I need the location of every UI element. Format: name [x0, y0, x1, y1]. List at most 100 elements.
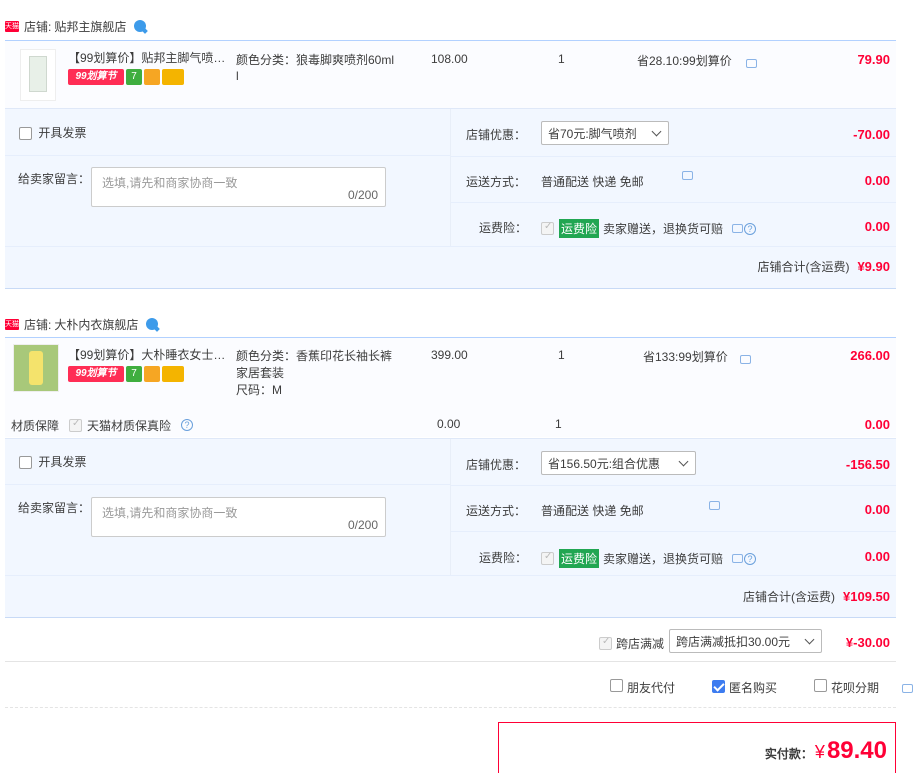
wangwang-chat-icon[interactable] [134, 20, 147, 32]
shop-name-link[interactable]: 大朴内衣旗舰店 [54, 316, 138, 333]
anonymous-checkbox[interactable] [712, 680, 725, 694]
message-label: 给卖家留言： [18, 501, 91, 515]
insurance-label: 运费险： [479, 221, 528, 235]
material-label: 材质保障 [11, 419, 60, 433]
product-title-link[interactable]: 【99划算价】贴邦主脚气喷雾剂 [68, 49, 228, 67]
tag-quality-icon [144, 69, 160, 85]
shop-subtotal: ¥109.50 [843, 589, 890, 604]
sku-size: 尺码：M [236, 383, 282, 397]
discount-amount: -70.00 [853, 127, 890, 142]
insurance-text: 卖家赠送，退换货可赔 [603, 552, 724, 566]
sku-text-cont: l [236, 69, 239, 83]
cross-store-amount: ¥-30.00 [845, 635, 890, 650]
invoice-checkbox[interactable] [19, 127, 32, 141]
material-checkbox [69, 418, 82, 433]
seller-message-input[interactable]: 选填,请先和商家协商一致 0/200 [91, 497, 386, 537]
comment-icon[interactable] [709, 501, 720, 510]
message-label: 给卖家留言： [18, 172, 91, 186]
cross-store-label: 跨店满减 [616, 637, 665, 651]
shop-header-2: 天猫 店铺: 大朴内衣旗舰店 [5, 312, 159, 336]
promo-tags: 99划算节 7 [68, 69, 228, 85]
shop-name-link[interactable]: 贴邦主旗舰店 [54, 18, 126, 35]
cross-store-row: 跨店满减 跨店满减抵扣30.00元 ¥-30.00 [5, 629, 896, 662]
shop-discount-value: 省156.50元:组合优惠 [548, 456, 661, 471]
tmall-badge-icon: 天猫 [5, 318, 19, 330]
product-image[interactable] [13, 344, 59, 392]
material-total: 0.00 [864, 417, 890, 432]
material-price: 0.00 [437, 417, 461, 431]
unit-price: 399.00 [431, 348, 468, 362]
insurance-amount: 0.00 [864, 549, 890, 564]
insurance-checkbox [541, 551, 554, 565]
shipping-amount: 0.00 [864, 173, 890, 188]
invoice-label: 开具发票 [38, 126, 87, 140]
subtotal-label: 店铺合计(含运费) [757, 260, 850, 274]
discount-label: 店铺优惠： [466, 128, 527, 142]
invoice-label: 开具发票 [38, 455, 87, 469]
shop-label: 店铺: [24, 317, 52, 332]
wangwang-chat-icon[interactable] [146, 318, 159, 330]
shipping-label: 运送方式： [466, 175, 527, 189]
order-item-row-2: 【99划算价】大朴睡衣女士长袖长裤 99划算节 7 颜色分类：香蕉印花长袖长裤 … [5, 337, 896, 410]
material-text: 天猫材质保真险 [87, 419, 172, 433]
shop-header-1: 天猫 店铺: 贴邦主旗舰店 [5, 14, 147, 38]
friend-pay-checkbox[interactable] [610, 679, 623, 692]
help-icon[interactable]: ? [744, 552, 757, 565]
friend-pay-label: 朋友代付 [627, 681, 676, 695]
shop-discount-select[interactable]: 省156.50元:组合优惠 [541, 451, 696, 475]
tag-7day-icon: 7 [126, 366, 142, 382]
comment-icon[interactable] [682, 171, 693, 180]
insurance-amount: 0.00 [864, 219, 890, 234]
payment-options-row: 朋友代付 匿名购买 花呗分期 [5, 663, 913, 708]
comment-icon[interactable] [902, 684, 913, 693]
seller-message-input[interactable]: 选填,请先和商家协商一致 0/200 [91, 167, 386, 207]
product-image[interactable] [20, 49, 56, 101]
insurance-checkbox [541, 221, 554, 235]
discount-info: 省133:99划算价 [643, 350, 728, 364]
insurance-badge: 运费险 [559, 549, 600, 568]
invoice-checkbox[interactable] [19, 456, 32, 470]
pay-currency: ¥ [814, 742, 825, 762]
order-options-2: 开具发票 给卖家留言： 选填,请先和商家协商一致 0/200 店铺优惠： 省15… [5, 438, 896, 618]
shipping-method: 普通配送 快递 免邮 [541, 175, 644, 189]
pay-amount: 89.40 [826, 737, 887, 764]
tag-7day-icon: 7 [126, 69, 142, 85]
char-count: 0/200 [347, 188, 378, 202]
tag-card-icon [162, 366, 184, 382]
insurance-badge: 运费险 [559, 219, 600, 238]
shop-subtotal: ¥9.90 [857, 259, 890, 274]
order-options-1: 开具发票 给卖家留言： 选填,请先和商家协商一致 0/200 店铺优惠： 省70… [5, 108, 896, 289]
sku-text: 颜色分类：香蕉印花长袖长裤 [236, 349, 393, 363]
sku-text: 颜色分类：狼毒脚爽喷剂60ml [236, 53, 395, 67]
discount-label: 店铺优惠： [466, 458, 527, 472]
tag-card-icon [162, 69, 184, 85]
shop-label: 店铺: [24, 19, 52, 34]
huabei-checkbox[interactable] [814, 679, 827, 692]
comment-icon[interactable] [740, 355, 751, 364]
comment-icon[interactable] [732, 554, 744, 563]
tag-quality-icon [144, 366, 160, 382]
quantity: 1 [558, 52, 565, 66]
product-title-link[interactable]: 【99划算价】大朴睡衣女士长袖长裤 [68, 346, 226, 364]
cross-store-value: 跨店满减抵扣30.00元 [676, 634, 791, 649]
shop-discount-select[interactable]: 省70元:脚气喷剂 [541, 121, 669, 145]
unit-price: 108.00 [431, 52, 468, 66]
discount-amount: -156.50 [845, 457, 890, 472]
char-count: 0/200 [347, 518, 378, 532]
chevron-down-icon [804, 634, 815, 644]
message-placeholder: 选填,请先和商家协商一致 [102, 176, 238, 190]
insurance-text: 卖家赠送，退换货可赔 [603, 222, 724, 236]
shipping-label: 运送方式： [466, 504, 527, 518]
sku-text-cont: 家居套装 [236, 366, 285, 380]
cross-store-select[interactable]: 跨店满减抵扣30.00元 [669, 629, 822, 653]
comment-icon[interactable] [732, 224, 744, 233]
discount-info: 省28.10:99划算价 [637, 54, 732, 68]
promo-tags: 99划算节 7 [68, 366, 226, 382]
shop-discount-value: 省70元:脚气喷剂 [548, 126, 637, 141]
help-icon[interactable]: ? [744, 222, 757, 235]
comment-icon[interactable] [746, 59, 757, 68]
material-qty: 1 [555, 417, 562, 431]
help-icon[interactable]: ? [181, 419, 193, 431]
item-total: 79.90 [857, 52, 890, 67]
anonymous-label: 匿名购买 [729, 681, 778, 695]
